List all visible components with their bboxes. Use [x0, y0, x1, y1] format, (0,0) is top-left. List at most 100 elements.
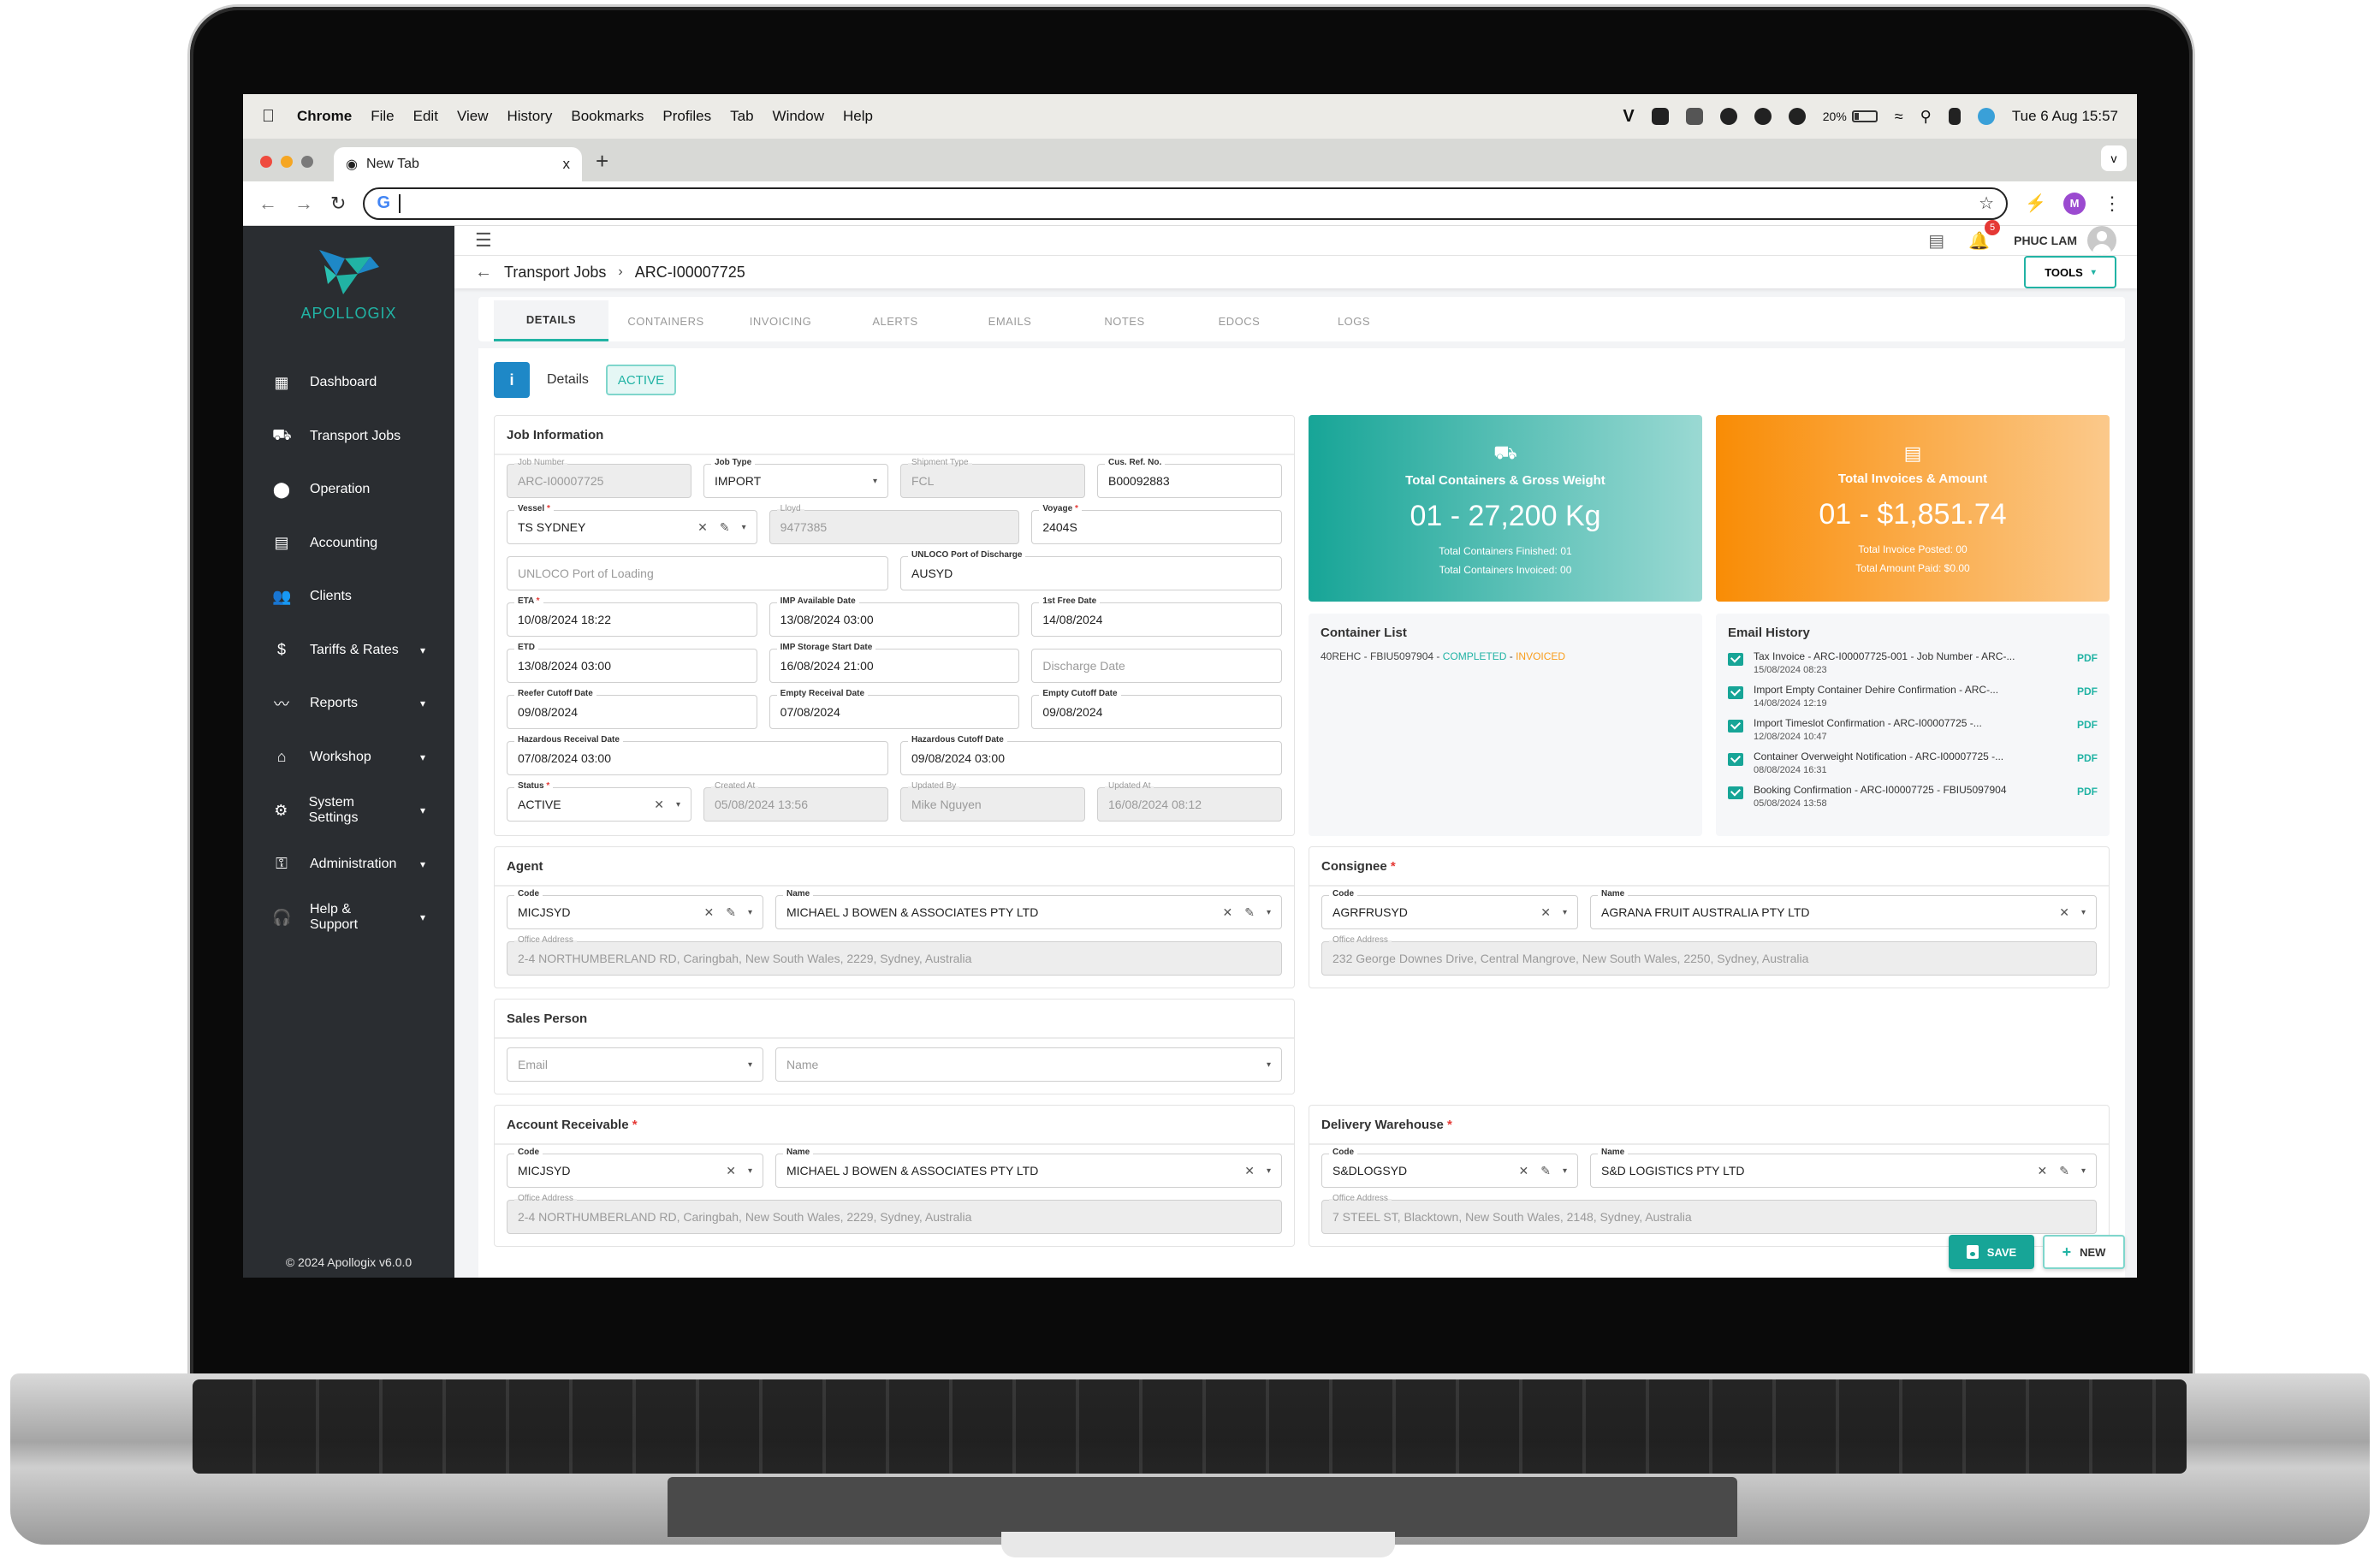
tray-teamviewer-icon[interactable]: [1651, 108, 1669, 125]
edit-pencil-icon[interactable]: ✎: [720, 520, 730, 535]
edit-pencil-icon[interactable]: ✎: [2059, 1164, 2069, 1178]
breadcrumb-parent-link[interactable]: Transport Jobs: [504, 264, 606, 282]
bookmark-star-icon[interactable]: ☆: [1979, 193, 1994, 214]
dropdown-arrow-icon[interactable]: ▾: [1267, 1060, 1271, 1070]
dropdown-arrow-icon[interactable]: ▾: [676, 800, 680, 810]
list-item[interactable]: Tax Invoice - ARC-I00007725-001 - Job Nu…: [1728, 650, 2098, 675]
dropdown-arrow-icon[interactable]: ▾: [1563, 908, 1567, 917]
dropdown-arrow-icon[interactable]: ▾: [2081, 908, 2086, 917]
profile-avatar[interactable]: M: [2063, 192, 2086, 215]
sidebar-item-workshop[interactable]: ⌂ Workshop ▾: [243, 731, 454, 785]
hazardous-receival-date-input[interactable]: Hazardous Receival Date 07/08/2024 03:00: [507, 734, 888, 775]
list-item[interactable]: Import Empty Container Dehire Confirmati…: [1728, 684, 2098, 709]
browser-menu-icon[interactable]: ⋮: [2103, 193, 2122, 215]
dropdown-arrow-icon[interactable]: ▾: [873, 477, 877, 486]
tray-phone-icon[interactable]: [1719, 108, 1737, 125]
list-item[interactable]: Import Timeslot Confirmation - ARC-I0000…: [1728, 717, 2098, 742]
tray-v-icon[interactable]: V: [1623, 107, 1634, 127]
cus-ref-no-input[interactable]: Cus. Ref. No. B00092883: [1097, 457, 1282, 498]
hamburger-menu-icon[interactable]: ☰: [475, 229, 492, 252]
dropdown-arrow-icon[interactable]: ▾: [742, 523, 746, 532]
clear-icon[interactable]: ✕: [654, 798, 664, 812]
menu-tab[interactable]: Tab: [730, 108, 753, 125]
tab-notes[interactable]: NOTES: [1067, 300, 1182, 341]
job-type-select[interactable]: Job Type IMPORT ▾: [703, 457, 888, 498]
consignee-name-select[interactable]: Name AGRANA FRUIT AUSTRALIA PTY LTD ✕ ▾: [1590, 888, 2097, 929]
tools-dropdown-button[interactable]: TOOLS ▾: [2024, 256, 2116, 288]
tray-cloud-icon[interactable]: [1685, 108, 1703, 125]
empty-receival-date-input[interactable]: Empty Receival Date 07/08/2024: [769, 688, 1020, 729]
brand-logo[interactable]: APOLLOGIX: [243, 226, 454, 337]
back-arrow-icon[interactable]: ←: [475, 263, 492, 282]
notifications-bell-icon[interactable]: 🔔 5: [1968, 219, 2001, 252]
close-tab-icon[interactable]: x: [563, 156, 571, 173]
reefer-cutoff-date-input[interactable]: Reefer Cutoff Date 09/08/2024: [507, 688, 757, 729]
first-free-date-input[interactable]: 1st Free Date 14/08/2024: [1031, 596, 1282, 637]
account-receivable-code-select[interactable]: Code MICJSYD ✕ ▾: [507, 1147, 763, 1188]
menu-help[interactable]: Help: [843, 108, 873, 125]
port-of-loading-input[interactable]: UNLOCO Port of Loading: [507, 556, 888, 590]
clear-icon[interactable]: ✕: [704, 905, 715, 920]
address-bar[interactable]: G ☆: [363, 187, 2009, 220]
menu-file[interactable]: File: [371, 108, 394, 125]
imp-storage-start-date-input[interactable]: IMP Storage Start Date 16/08/2024 21:00: [769, 642, 1020, 683]
menu-window[interactable]: Window: [773, 108, 824, 125]
new-tab-button[interactable]: +: [596, 148, 608, 175]
clear-icon[interactable]: ✕: [1223, 905, 1233, 920]
hazardous-cutoff-date-input[interactable]: Hazardous Cutoff Date 09/08/2024 03:00: [900, 734, 1282, 775]
dropdown-arrow-icon[interactable]: ▾: [1563, 1166, 1567, 1176]
sidebar-item-accounting[interactable]: ▤ Accounting: [243, 517, 454, 571]
tab-alerts[interactable]: ALERTS: [838, 300, 953, 341]
sidebar-item-tariffs-rates[interactable]: $ Tariffs & Rates ▾: [243, 624, 454, 678]
pdf-link[interactable]: PDF: [2077, 752, 2098, 764]
reload-icon[interactable]: ↻: [330, 193, 346, 215]
sales-person-name-select[interactable]: Name ▾: [775, 1047, 1282, 1082]
battery-indicator[interactable]: 20%: [1823, 110, 1878, 123]
tray-grammarly-icon[interactable]: [1754, 108, 1772, 125]
control-center-icon[interactable]: [1948, 108, 1961, 125]
minimize-window-button[interactable]: [281, 156, 293, 168]
dropdown-arrow-icon[interactable]: ▾: [748, 908, 752, 917]
sales-person-email-select[interactable]: Email ▾: [507, 1047, 763, 1082]
clear-icon[interactable]: ✕: [726, 1164, 736, 1178]
pdf-link[interactable]: PDF: [2077, 685, 2098, 697]
agent-name-select[interactable]: Name MICHAEL J BOWEN & ASSOCIATES PTY LT…: [775, 888, 1282, 929]
pdf-link[interactable]: PDF: [2077, 652, 2098, 664]
menu-history[interactable]: History: [507, 108, 552, 125]
menubar-clock[interactable]: Tue 6 Aug 15:57: [2012, 108, 2118, 125]
tray-check-icon[interactable]: [1788, 108, 1806, 125]
sidebar-item-system-settings[interactable]: ⚙ System Settings ▾: [243, 784, 454, 838]
extensions-icon[interactable]: ⚡: [2025, 193, 2046, 214]
list-item[interactable]: Container Overweight Notification - ARC-…: [1728, 750, 2098, 775]
etd-date-input[interactable]: ETD 13/08/2024 03:00: [507, 642, 757, 683]
agent-code-select[interactable]: Code MICJSYD ✕ ✎ ▾: [507, 888, 763, 929]
edit-pencil-icon[interactable]: ✎: [726, 905, 736, 920]
edit-pencil-icon[interactable]: ✎: [1540, 1164, 1551, 1178]
tab-edocs[interactable]: EDOCS: [1182, 300, 1297, 341]
sidebar-item-help-support[interactable]: 🎧 Help & Support ▾: [243, 891, 454, 945]
info-icon[interactable]: i: [494, 362, 530, 398]
empty-cutoff-date-input[interactable]: Empty Cutoff Date 09/08/2024: [1031, 688, 1282, 729]
dropdown-arrow-icon[interactable]: ▾: [748, 1166, 752, 1176]
sidebar-item-dashboard[interactable]: ▦ Dashboard: [243, 356, 454, 410]
dropdown-arrow-icon[interactable]: ▾: [748, 1060, 752, 1070]
edit-pencil-icon[interactable]: ✎: [1244, 905, 1255, 920]
tab-details[interactable]: DETAILS: [494, 300, 608, 341]
save-button[interactable]: SAVE: [1949, 1235, 2034, 1269]
menu-edit[interactable]: Edit: [413, 108, 438, 125]
list-item[interactable]: 40REHC - FBIU5097904 - COMPLETED - INVOI…: [1321, 650, 1690, 662]
clear-icon[interactable]: ✕: [1519, 1164, 1529, 1178]
siri-icon[interactable]: [1977, 108, 1995, 125]
close-window-button[interactable]: [260, 156, 272, 168]
sidebar-item-reports[interactable]: 〰 Reports ▾: [243, 677, 454, 731]
zoom-window-button[interactable]: [301, 156, 313, 168]
apple-icon[interactable]: : [262, 107, 275, 127]
menu-view[interactable]: View: [457, 108, 489, 125]
voyage-input[interactable]: Voyage * 2404S: [1031, 503, 1282, 544]
user-menu[interactable]: PHUC LAM: [2014, 226, 2116, 255]
sidebar-item-administration[interactable]: ⚿ Administration ▾: [243, 838, 454, 892]
pdf-link[interactable]: PDF: [2077, 786, 2098, 798]
browser-tab-new-tab[interactable]: ◉ New Tab x: [334, 147, 582, 181]
clear-icon[interactable]: ✕: [697, 520, 708, 535]
tab-invoicing[interactable]: INVOICING: [723, 300, 838, 341]
